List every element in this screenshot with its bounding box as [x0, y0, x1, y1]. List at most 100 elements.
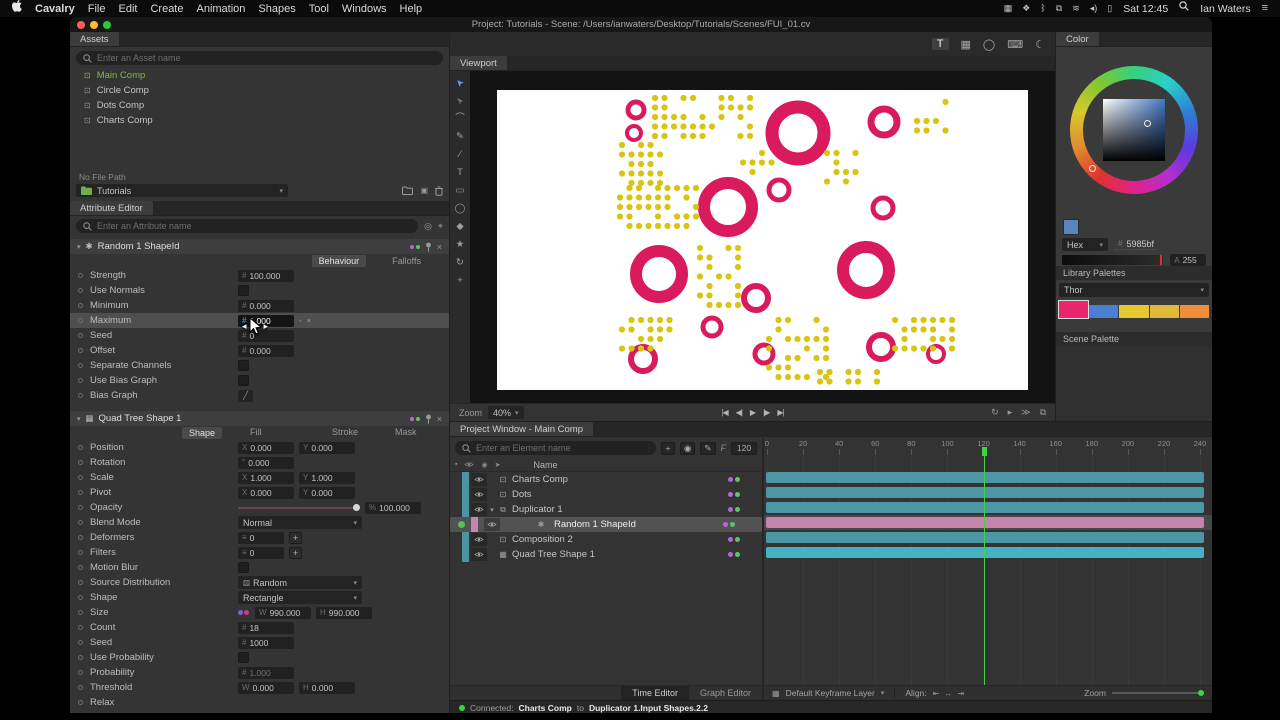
menu-help[interactable]: Help — [400, 3, 423, 15]
value-field[interactable]: H990.000 — [316, 607, 372, 619]
rectangle-tool-icon[interactable]: ▭ — [456, 185, 465, 196]
theme-toggle-button[interactable]: ☾ — [1035, 38, 1045, 51]
lasso-tool-icon[interactable]: ⌒ — [455, 113, 465, 124]
close-section-icon[interactable]: × — [437, 242, 442, 252]
enabled-indicator-icon[interactable] — [458, 521, 465, 528]
polygon-tool-icon[interactable]: ◆ — [456, 221, 463, 232]
zoom-slider-handle[interactable] — [1198, 690, 1204, 696]
palette-swatch[interactable] — [1119, 305, 1148, 318]
canvas-dot-cluster[interactable] — [697, 245, 741, 308]
layer-color-swatch[interactable] — [462, 502, 469, 517]
element-row-dots[interactable]: ⊡Dots — [450, 487, 762, 502]
current-color-swatch[interactable] — [1063, 219, 1079, 235]
select-tool-icon[interactable]: ➤ — [456, 77, 464, 88]
canvas-ring-shape[interactable] — [703, 318, 721, 336]
attribute-port[interactable] — [78, 288, 83, 293]
value-field[interactable]: ≡0 — [238, 547, 284, 559]
keyframe-layer-select[interactable]: Default Keyframe Layer — [786, 688, 875, 698]
palette-swatch[interactable] — [1180, 305, 1209, 318]
checkbox[interactable] — [238, 375, 249, 386]
keyboard-shortcuts-button[interactable]: ⌨ — [1007, 38, 1023, 51]
timeline-bar[interactable] — [766, 472, 1204, 483]
spotlight-search-icon[interactable] — [1179, 0, 1189, 17]
timeline-tracks[interactable] — [764, 456, 1212, 685]
guides-button[interactable]: ◯ — [983, 38, 995, 51]
grid-overlay-button[interactable]: ▦ — [961, 38, 971, 51]
value-field[interactable]: #1.000 — [238, 667, 294, 679]
attribute-port[interactable] — [78, 535, 83, 540]
alpha-field[interactable]: A255 — [1170, 254, 1206, 266]
canvas-ring-shape[interactable] — [769, 180, 789, 200]
timeline-bar[interactable] — [766, 532, 1204, 543]
asset-folder-select[interactable]: Tutorials ▾ — [76, 184, 288, 197]
canvas-ring-shape[interactable] — [843, 247, 889, 293]
checkbox[interactable] — [238, 652, 249, 663]
section-header-quad-tree-shape-1[interactable]: ▾▦Quad Tree Shape 1× — [70, 411, 449, 426]
save-package-icon[interactable]: ▣ — [420, 186, 428, 195]
attribute-port[interactable] — [78, 610, 83, 615]
value-field[interactable]: #0.000 — [238, 300, 294, 312]
asset-item-charts-comp[interactable]: ⊡Charts Comp — [70, 113, 449, 128]
attribute-port[interactable] — [78, 670, 83, 675]
tab-color[interactable]: Color — [1056, 32, 1099, 46]
palette-swatch[interactable] — [1150, 305, 1179, 318]
value-field[interactable]: Y0.000 — [299, 487, 355, 499]
canvas-dot-cluster[interactable] — [892, 317, 955, 352]
asset-item-circle-comp[interactable]: ⊡Circle Comp — [70, 83, 449, 98]
loop-icon[interactable]: ↻ — [991, 407, 999, 418]
menu-shapes[interactable]: Shapes — [258, 3, 295, 15]
menu-edit[interactable]: Edit — [119, 3, 138, 15]
tab-attribute-editor[interactable]: Attribute Editor — [70, 201, 153, 215]
display-mirroring-icon[interactable]: ⧉ — [1056, 0, 1062, 17]
canvas-ring-shape[interactable] — [871, 109, 897, 135]
layer-color-swatch[interactable] — [462, 547, 469, 562]
value-field[interactable]: °0.000 — [238, 457, 294, 469]
attribute-search-input[interactable]: Enter an Attribute name — [76, 219, 418, 233]
volume-icon[interactable]: ◂) — [1090, 0, 1098, 17]
attribute-port[interactable] — [78, 640, 83, 645]
value-field[interactable]: #0.000 — [238, 345, 294, 357]
tab-mask[interactable]: Mask — [395, 427, 417, 437]
add-filters-button[interactable]: + — [289, 547, 302, 559]
dropdown-shape[interactable]: Rectangle▾ — [238, 591, 362, 604]
opacity-slider[interactable] — [238, 503, 360, 513]
timeline-bar[interactable] — [766, 517, 1204, 528]
bias-graph-button[interactable]: ╱ — [238, 390, 253, 402]
visibility-toggle[interactable] — [471, 548, 487, 561]
palette-select[interactable]: Thor▾ — [1059, 283, 1209, 297]
align-middle-icon[interactable]: ↔ — [944, 689, 952, 698]
layer-color-swatch[interactable] — [462, 532, 469, 547]
scene-canvas[interactable] — [497, 90, 1028, 390]
pin-icon[interactable] — [425, 414, 432, 424]
asset-item-main-comp[interactable]: ⊡Main Comp — [70, 68, 449, 83]
canvas-dot-cluster[interactable] — [824, 150, 859, 185]
value-field[interactable]: W990.000 — [255, 607, 311, 619]
timeline-zoom-slider[interactable] — [1112, 688, 1204, 698]
palette-swatch[interactable] — [1059, 301, 1088, 318]
canvas-ring-shape[interactable] — [873, 198, 893, 218]
direct-select-tool-icon[interactable]: ➢ — [456, 95, 464, 106]
hex-value-field[interactable]: #5985bf — [1115, 239, 1157, 250]
layer-color-swatch[interactable] — [462, 472, 469, 487]
canvas-ring-shape[interactable] — [628, 102, 644, 118]
align-start-icon[interactable]: ⇤ — [933, 689, 940, 698]
element-row-duplicator-1[interactable]: ▾⧉Duplicator 1 — [450, 502, 762, 517]
attribute-port[interactable] — [78, 348, 83, 353]
attribute-port[interactable] — [78, 363, 83, 368]
canvas-dot-cluster[interactable] — [740, 150, 775, 175]
attribute-target-icon[interactable]: ⌖ — [438, 221, 443, 232]
value-field[interactable]: X0.000 — [238, 487, 294, 499]
value-field[interactable]: X0.000 — [238, 442, 294, 454]
dropdown-source-distribution[interactable]: ⚄Random▾ — [238, 576, 362, 589]
timeline-bar[interactable] — [766, 502, 1204, 513]
section-header-random-1-shapeid[interactable]: ▾✱Random 1 ShapeId× — [70, 239, 449, 254]
value-field[interactable]: X1.000 — [238, 472, 294, 484]
attribute-port[interactable] — [78, 475, 83, 480]
timeline-row[interactable] — [764, 545, 1212, 560]
star-tool-icon[interactable]: ★ — [456, 239, 465, 250]
checkbox[interactable] — [238, 562, 249, 573]
tab-project-window[interactable]: Project Window - Main Comp — [450, 422, 593, 436]
alpha-slider[interactable] — [1062, 255, 1163, 265]
timeline-row[interactable] — [764, 530, 1212, 545]
attribute-port[interactable] — [78, 520, 83, 525]
